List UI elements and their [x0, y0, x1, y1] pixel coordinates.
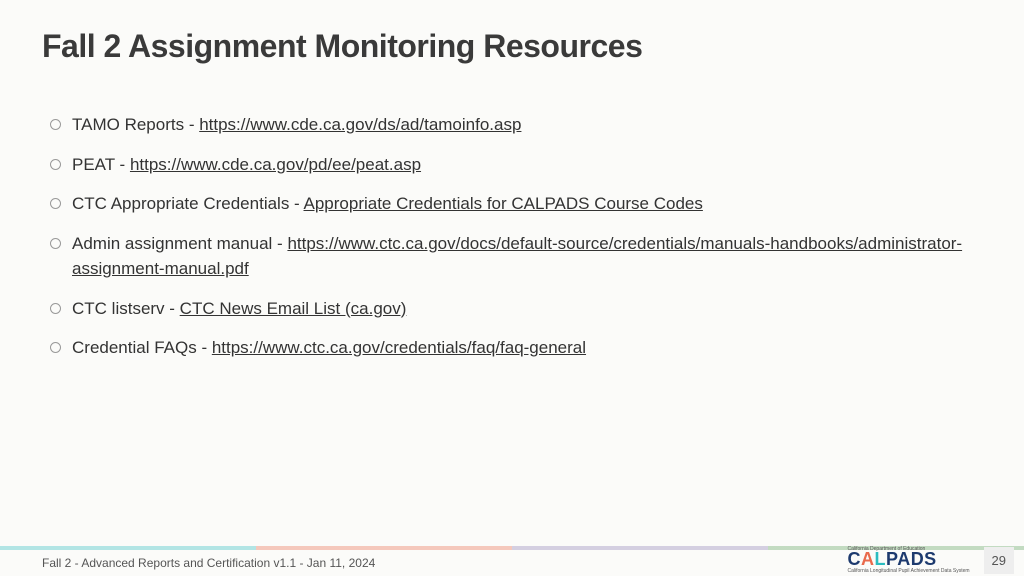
item-link[interactable]: https://www.ctc.ca.gov/credentials/faq/f… [212, 338, 586, 357]
calpads-logo: California Department of Education CALPA… [848, 546, 970, 574]
list-item: PEAT - https://www.cde.ca.gov/pd/ee/peat… [50, 152, 964, 178]
footer-text: Fall 2 - Advanced Reports and Certificat… [42, 556, 375, 570]
page-number: 29 [984, 547, 1014, 574]
list-item: CTC Appropriate Credentials - Appropriat… [50, 191, 964, 217]
item-link[interactable]: https://www.cde.ca.gov/pd/ee/peat.asp [130, 155, 421, 174]
item-link[interactable]: CTC News Email List (ca.gov) [180, 299, 407, 318]
slide-title: Fall 2 Assignment Monitoring Resources [42, 28, 642, 65]
item-prefix: Admin assignment manual - [72, 234, 287, 253]
item-prefix: TAMO Reports - [72, 115, 199, 134]
list-item: Credential FAQs - https://www.ctc.ca.gov… [50, 335, 964, 361]
item-prefix: CTC Appropriate Credentials - [72, 194, 304, 213]
list-item: Admin assignment manual - https://www.ct… [50, 231, 964, 282]
item-prefix: Credential FAQs - [72, 338, 212, 357]
list-item: TAMO Reports - https://www.cde.ca.gov/ds… [50, 112, 964, 138]
list-item: CTC listserv - CTC News Email List (ca.g… [50, 296, 964, 322]
footer-right: California Department of Education CALPA… [848, 546, 1014, 574]
item-prefix: PEAT - [72, 155, 130, 174]
item-link[interactable]: Appropriate Credentials for CALPADS Cour… [304, 194, 703, 213]
resource-list: TAMO Reports - https://www.cde.ca.gov/ds… [50, 112, 964, 375]
footer: Fall 2 - Advanced Reports and Certificat… [0, 542, 1024, 576]
logo-main-text: CALPADS [848, 549, 937, 569]
slide: Fall 2 Assignment Monitoring Resources T… [0, 0, 1024, 576]
item-prefix: CTC listserv - [72, 299, 180, 318]
item-link[interactable]: https://www.cde.ca.gov/ds/ad/tamoinfo.as… [199, 115, 521, 134]
